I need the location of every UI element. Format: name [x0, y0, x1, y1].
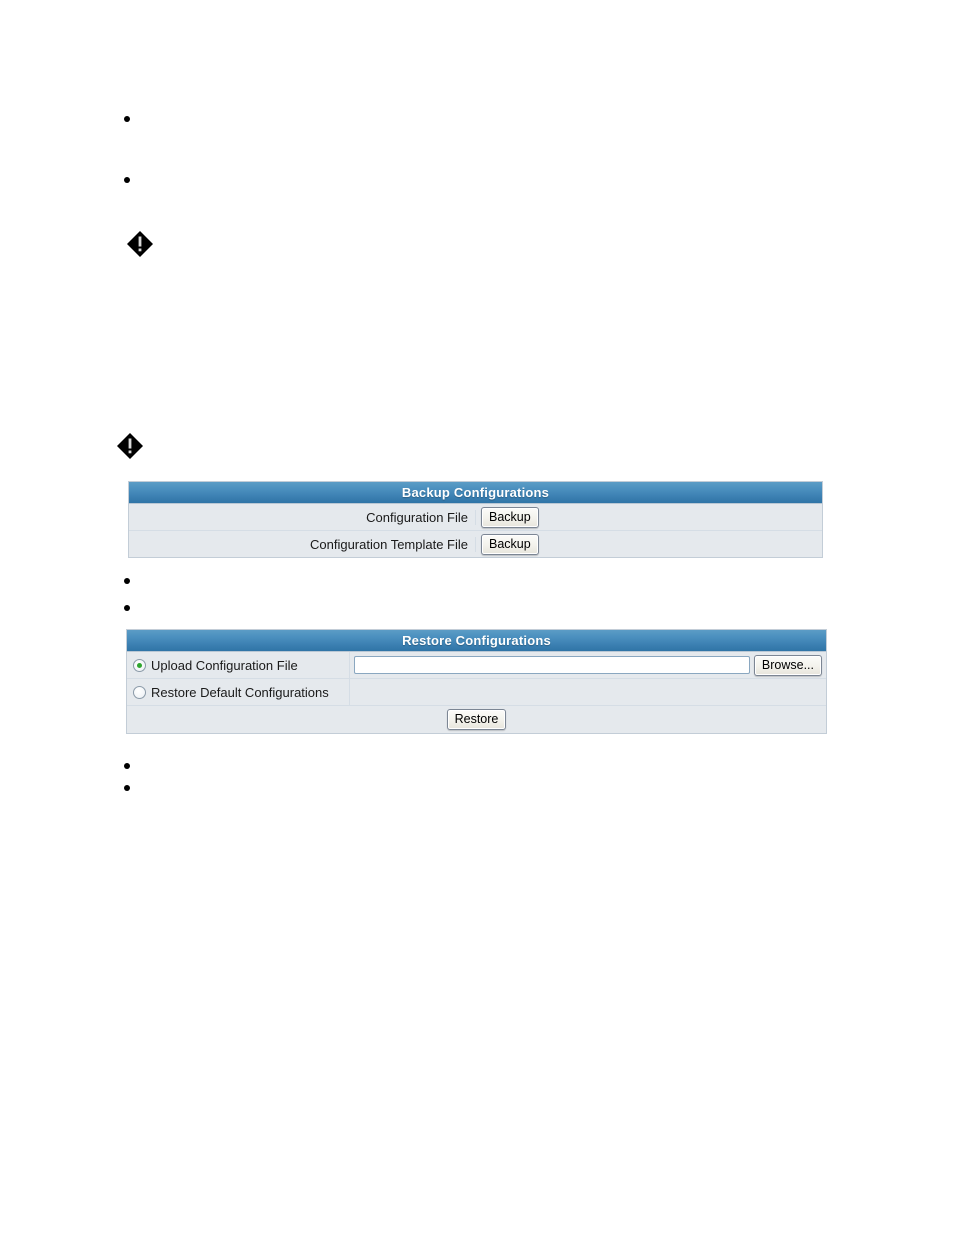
bullet-item-5	[124, 763, 130, 769]
configuration-template-file-label: Configuration Template File	[129, 536, 476, 552]
bullet-item-6	[124, 785, 130, 791]
bullet-item-2	[124, 177, 130, 183]
radio-upload-configuration-file[interactable]	[133, 658, 146, 672]
bullet-item-1	[124, 116, 130, 122]
configuration-file-field: Backup	[476, 506, 822, 528]
warning-diamond-icon-1	[126, 230, 154, 258]
backup-configuration-template-file-button[interactable]: Backup	[481, 533, 539, 555]
table-row: Configuration File Backup	[129, 504, 822, 531]
configuration-template-file-field: Backup	[476, 533, 822, 555]
bullet-item-3	[124, 578, 130, 584]
upload-configuration-file-input[interactable]	[354, 656, 750, 674]
radio-restore-default-configurations[interactable]	[133, 685, 146, 699]
configuration-file-label: Configuration File	[129, 509, 476, 525]
table-row: Upload Configuration File Browse...	[127, 652, 826, 679]
bullet-item-4	[124, 605, 130, 611]
restore-default-configurations-option[interactable]: Restore Default Configurations	[127, 679, 350, 705]
restore-button[interactable]: Restore	[446, 709, 507, 730]
restore-default-empty-field	[350, 679, 826, 705]
restore-panel-title: Restore Configurations	[127, 630, 826, 652]
backup-configurations-panel: Backup Configurations Configuration File…	[128, 481, 823, 558]
restore-default-configurations-label: Restore Default Configurations	[151, 684, 329, 700]
upload-file-field: Browse...	[350, 652, 826, 678]
table-row: Restore Default Configurations	[127, 679, 826, 706]
restore-configurations-panel: Restore Configurations Upload Configurat…	[126, 629, 827, 734]
table-row: Configuration Template File Backup	[129, 531, 822, 557]
upload-configuration-file-label: Upload Configuration File	[151, 657, 298, 673]
upload-configuration-file-option[interactable]: Upload Configuration File	[127, 652, 350, 678]
restore-action-row: Restore	[127, 706, 826, 733]
backup-configuration-file-button[interactable]: Backup	[481, 506, 539, 528]
browse-button[interactable]: Browse...	[753, 654, 822, 676]
warning-diamond-icon-2	[116, 432, 144, 460]
backup-panel-title: Backup Configurations	[129, 482, 822, 504]
